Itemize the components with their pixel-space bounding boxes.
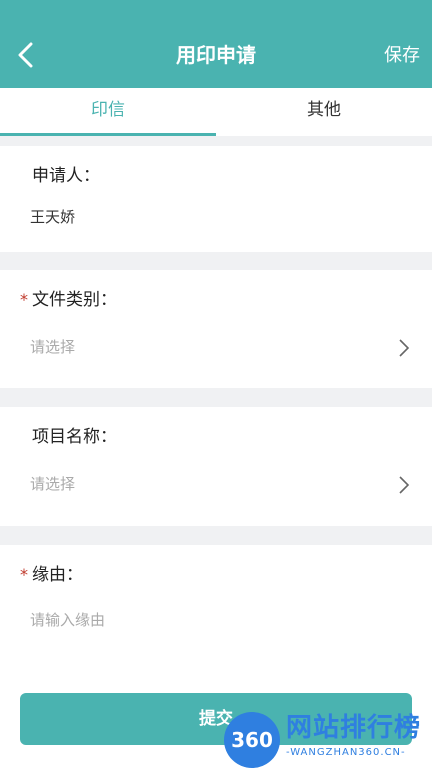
tab-seal[interactable]: 印信 (0, 88, 216, 136)
project-name-section[interactable]: 项目名称： 请选择 (0, 407, 432, 526)
required-mark: * (20, 290, 28, 309)
chevron-right-icon (399, 476, 410, 494)
reason-label: * 缘由： (20, 563, 83, 587)
app-header: 用印申请 保存 (0, 0, 432, 88)
file-type-section[interactable]: * 文件类别： 请选择 (0, 270, 432, 388)
applicant-label: 申请人： (32, 166, 100, 186)
watermark-title: 网站排行榜 (286, 713, 422, 743)
reason-label-text: 缘由： (32, 565, 83, 585)
chevron-right-icon (399, 339, 410, 357)
required-mark: * (20, 565, 28, 584)
applicant-value: 王天娇 (30, 208, 76, 226)
reason-input[interactable]: 请输入缘由 (30, 609, 105, 631)
active-tab-indicator (0, 133, 216, 136)
watermark-subtitle: -WANGZHAN360.CN- (286, 747, 406, 758)
file-type-label: * 文件类别： (20, 288, 117, 312)
project-name-placeholder[interactable]: 请选择 (30, 473, 75, 495)
tab-label: 其他 (307, 100, 341, 120)
save-button[interactable]: 保存 (384, 42, 420, 70)
applicant-section: 申请人： 王天娇 (0, 146, 432, 252)
file-type-placeholder[interactable]: 请选择 (30, 336, 75, 358)
watermark-logo: 360 网站排行榜 -WANGZHAN360.CN- (224, 710, 428, 768)
page-title: 用印申请 (176, 43, 256, 67)
tab-label: 印信 (91, 100, 125, 120)
watermark-badge: 360 (224, 712, 280, 768)
tab-bar: 印信 其他 (0, 88, 432, 136)
project-name-label: 项目名称： (32, 427, 117, 447)
file-type-label-text: 文件类别： (32, 290, 117, 310)
tab-other[interactable]: 其他 (216, 88, 432, 136)
